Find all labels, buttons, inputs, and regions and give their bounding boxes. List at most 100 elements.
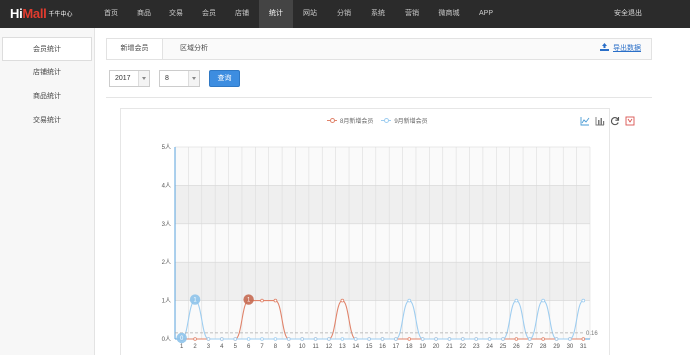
month-select[interactable]: 8 <box>159 70 200 87</box>
nav-item-11[interactable]: APP <box>469 0 503 28</box>
x-tick-label: 10 <box>299 344 306 350</box>
data-point <box>220 337 224 341</box>
x-tick-label: 11 <box>312 344 319 350</box>
data-point <box>554 337 559 341</box>
x-tick-label: 21 <box>446 344 453 350</box>
data-point <box>260 337 264 341</box>
data-point <box>340 337 345 341</box>
tab-bar: 新增会员 区域分析 导出数据 <box>106 38 652 60</box>
x-tick-label: 18 <box>406 344 413 350</box>
x-tick-label: 25 <box>500 344 507 350</box>
sidebar-item-1[interactable]: 店铺统计 <box>2 61 92 85</box>
nav-item-7[interactable]: 分销 <box>327 0 361 28</box>
top-navbar: HiMall 千牛中心 首页 商品 交易 会员 店铺 统计 网站 分销 系统 营销 微商城 APP 安全… <box>0 0 690 28</box>
sidebar-item-3[interactable]: 交易统计 <box>2 109 92 133</box>
grid-band <box>175 262 590 301</box>
data-point <box>527 337 532 341</box>
x-tick-label: 27 <box>526 344 533 350</box>
nav-item-9[interactable]: 营销 <box>395 0 429 28</box>
y-tick-label: 0人 <box>162 336 171 343</box>
month-value: 8 <box>165 75 169 82</box>
data-point <box>514 337 519 341</box>
x-tick-label: 2 <box>193 344 197 350</box>
x-tick-label: 22 <box>459 344 466 350</box>
nav-item-4[interactable]: 店铺 <box>225 0 259 28</box>
x-tick-label: 16 <box>379 344 386 350</box>
nav-item-10[interactable]: 微商城 <box>429 0 469 28</box>
logo-main: HiMall <box>10 6 47 21</box>
save-icon[interactable] <box>625 116 635 126</box>
grid-band <box>175 223 590 263</box>
sidebar: 会员统计 店铺统计 商品统计 交易统计 <box>0 28 95 355</box>
x-tick-label: 17 <box>393 344 400 350</box>
data-point <box>380 337 385 341</box>
x-tick-label: 26 <box>513 344 520 350</box>
nav-item-2[interactable]: 交易 <box>159 0 193 28</box>
y-tick-label: 3人 <box>162 221 171 228</box>
sidebar-item-0[interactable]: 会员统计 <box>2 37 92 61</box>
nav-item-8[interactable]: 系统 <box>361 0 395 28</box>
x-tick-label: 8 <box>274 344 278 350</box>
x-tick-label: 9 <box>287 344 291 350</box>
data-point <box>260 298 264 303</box>
nav-item-5[interactable]: 统计 <box>259 0 293 28</box>
data-point <box>367 337 371 341</box>
data-point <box>273 337 278 341</box>
x-tick-label: 28 <box>540 344 547 350</box>
data-point <box>394 337 398 341</box>
export-data-link[interactable]: 导出数据 <box>600 39 641 59</box>
data-point <box>434 337 438 341</box>
y-tick-label: 2人 <box>162 259 171 266</box>
data-point <box>327 337 331 341</box>
data-point <box>581 298 586 303</box>
nav-item-6[interactable]: 网站 <box>293 0 327 28</box>
sidebar-item-2[interactable]: 商品统计 <box>2 85 92 109</box>
data-point <box>420 337 425 341</box>
tab-new-members[interactable]: 新增会员 <box>107 39 163 59</box>
data-point <box>206 337 211 341</box>
data-point <box>286 337 291 341</box>
nav-item-1[interactable]: 商品 <box>129 0 159 28</box>
query-button[interactable]: 查询 <box>209 70 240 87</box>
y-tick-label: 4人 <box>162 182 171 189</box>
nav-item-0[interactable]: 首页 <box>93 0 129 28</box>
data-point <box>246 337 251 341</box>
x-tick-label: 6 <box>247 344 251 350</box>
data-point <box>568 337 572 341</box>
x-tick-label: 3 <box>207 344 211 350</box>
data-point <box>193 337 197 341</box>
x-tick-label: 7 <box>260 344 264 350</box>
data-point <box>541 337 545 341</box>
data-point <box>340 298 345 303</box>
data-point <box>313 337 318 341</box>
download-icon <box>600 43 609 51</box>
main-nav: 首页 商品 交易 会员 店铺 统计 网站 分销 系统 营销 微商城 APP <box>93 0 503 28</box>
x-tick-label: 24 <box>486 344 493 350</box>
logout-link[interactable]: 安全退出 <box>614 0 642 28</box>
data-point <box>300 337 304 341</box>
data-point <box>581 337 586 341</box>
divider <box>106 97 652 98</box>
logo[interactable]: HiMall 千牛中心 <box>10 6 73 22</box>
nav-item-3[interactable]: 会员 <box>193 0 225 28</box>
data-point <box>353 337 358 341</box>
x-tick-label: 4 <box>220 344 224 350</box>
x-tick-label: 13 <box>339 344 346 350</box>
x-tick-label: 31 <box>580 344 587 350</box>
data-point <box>233 337 238 341</box>
data-point <box>447 337 452 341</box>
chevron-down-icon <box>188 71 199 86</box>
data-point <box>541 298 545 303</box>
tab-region-analysis[interactable]: 区域分析 <box>169 39 219 59</box>
refresh-icon[interactable] <box>610 116 620 126</box>
x-tick-label: 20 <box>433 344 440 350</box>
markline-label: 0.16 <box>586 331 598 337</box>
chevron-down-icon <box>138 71 149 86</box>
x-tick-label: 12 <box>326 344 333 350</box>
grid-band <box>175 185 590 224</box>
x-tick-label: 23 <box>473 344 480 350</box>
export-label: 导出数据 <box>613 45 641 52</box>
year-select[interactable]: 2017 <box>109 70 150 87</box>
data-point <box>407 298 412 303</box>
data-point <box>501 337 505 341</box>
